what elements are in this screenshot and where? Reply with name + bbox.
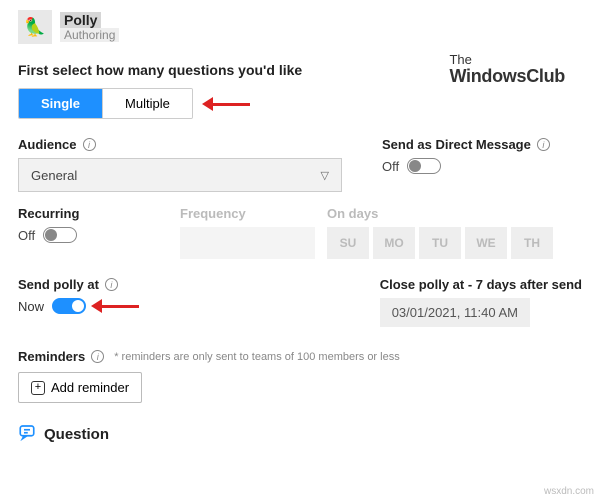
day-button: MO xyxy=(373,227,415,259)
annotation-arrow-icon xyxy=(205,100,260,108)
send-polly-at-label: Send polly at i xyxy=(18,277,149,292)
audience-value: General xyxy=(31,168,77,183)
info-icon[interactable]: i xyxy=(91,350,104,363)
close-polly-at-label: Close polly at - 7 days after send xyxy=(380,277,582,292)
direct-message-state: Off xyxy=(382,159,399,174)
close-polly-date[interactable]: 03/01/2021, 11:40 AM xyxy=(380,298,530,327)
day-button: SU xyxy=(327,227,369,259)
watermark-logo: The WindowsClub xyxy=(449,53,565,87)
audience-select[interactable]: General ▽ xyxy=(18,158,342,192)
reminders-hint: * reminders are only sent to teams of 10… xyxy=(114,351,400,363)
recurring-toggle[interactable] xyxy=(43,227,77,243)
watermark-line1: The xyxy=(449,53,565,67)
info-icon[interactable]: i xyxy=(83,138,96,151)
audience-label: Audience i xyxy=(18,137,342,152)
watermark-line2: WindowsClub xyxy=(449,67,565,87)
send-at-toggle[interactable] xyxy=(52,298,86,314)
plus-icon: + xyxy=(31,381,45,395)
add-reminder-button[interactable]: + Add reminder xyxy=(18,372,142,403)
direct-message-toggle[interactable] xyxy=(407,158,441,174)
image-credit: wsxdn.com xyxy=(544,486,594,497)
days-strip: SU MO TU WE TH xyxy=(327,227,582,259)
recurring-state: Off xyxy=(18,228,35,243)
polly-app-icon: 🦜 xyxy=(18,10,52,44)
single-option-button[interactable]: Single xyxy=(19,89,102,118)
annotation-arrow-icon xyxy=(94,302,149,310)
info-icon[interactable]: i xyxy=(105,278,118,291)
question-section-header: Question xyxy=(18,423,582,446)
question-title: Question xyxy=(44,426,109,443)
day-button: TH xyxy=(511,227,553,259)
info-icon[interactable]: i xyxy=(537,138,550,151)
recurring-label: Recurring xyxy=(18,206,168,221)
question-count-segmented: Single Multiple xyxy=(18,88,193,119)
app-header: 🦜 Polly Authoring xyxy=(18,10,582,44)
app-subtitle: Authoring xyxy=(60,28,119,42)
multiple-option-button[interactable]: Multiple xyxy=(102,89,192,118)
on-days-label: On days xyxy=(327,206,582,221)
frequency-input xyxy=(180,227,315,259)
send-at-state: Now xyxy=(18,299,44,314)
chat-icon xyxy=(18,423,36,446)
app-name: Polly xyxy=(60,12,101,28)
day-button: TU xyxy=(419,227,461,259)
frequency-label: Frequency xyxy=(180,206,315,221)
chevron-down-icon: ▽ xyxy=(321,169,329,182)
day-button: WE xyxy=(465,227,507,259)
add-reminder-label: Add reminder xyxy=(51,380,129,395)
reminders-label: Reminders i xyxy=(18,349,104,364)
direct-message-label: Send as Direct Message i xyxy=(382,137,582,152)
